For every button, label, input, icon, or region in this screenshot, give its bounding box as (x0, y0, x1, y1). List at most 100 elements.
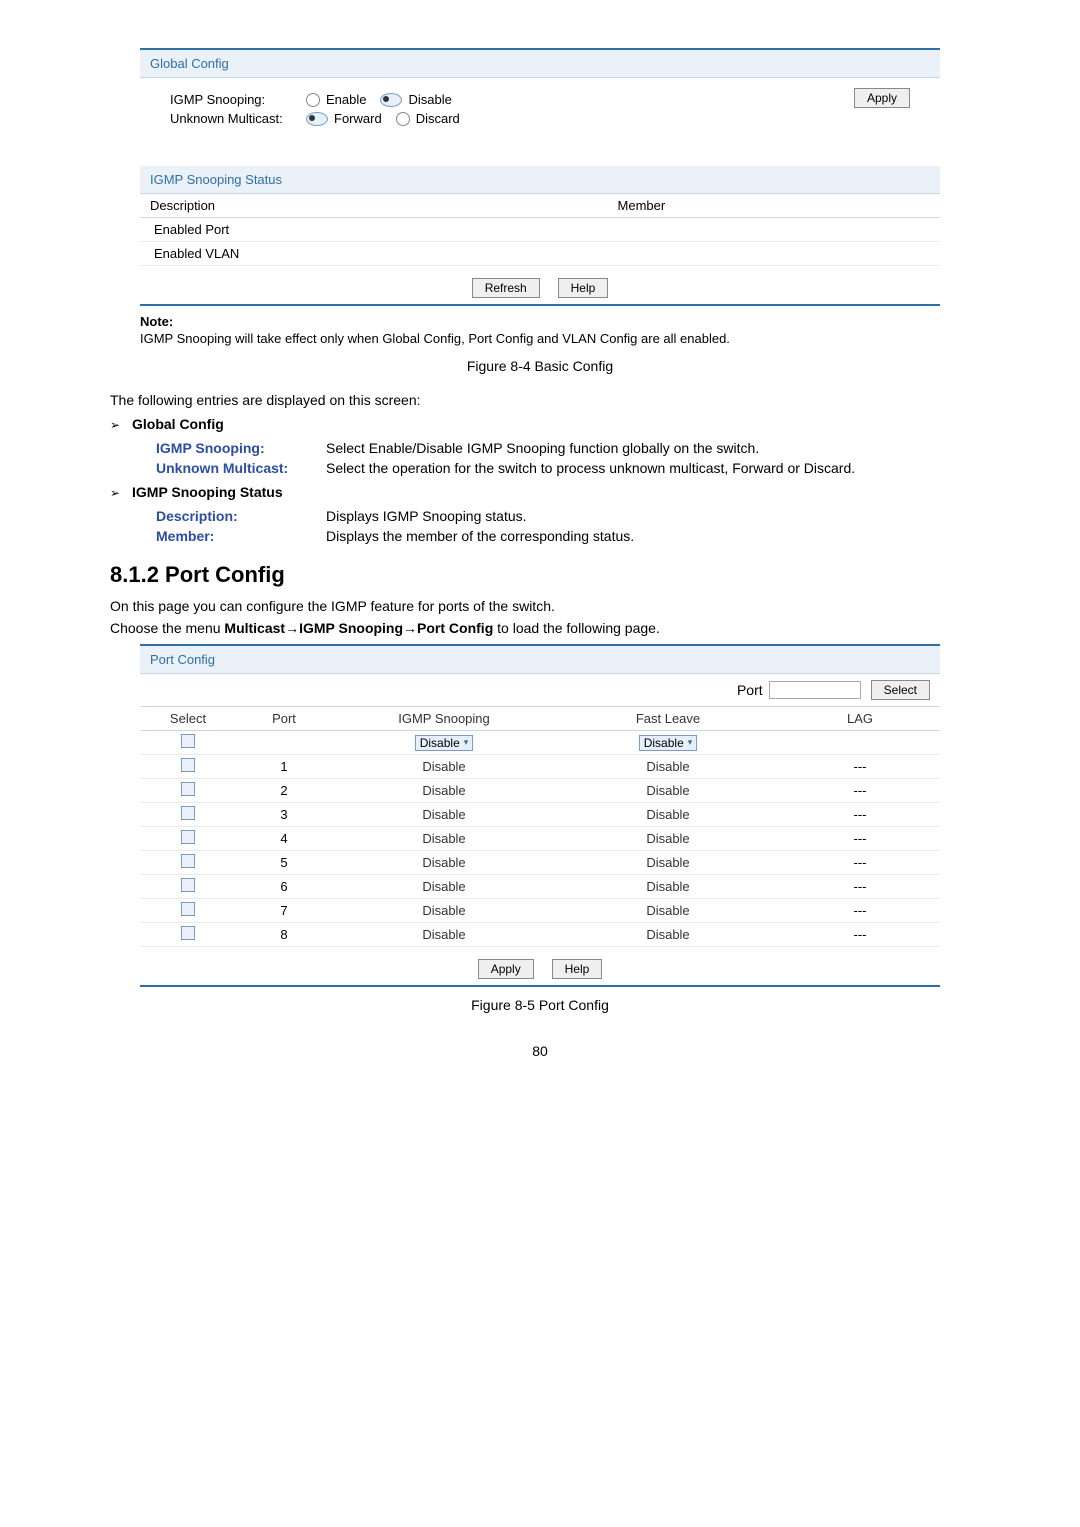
fast-select-value: Disable (644, 736, 684, 750)
figure-8-4-caption: Figure 8-4 Basic Config (110, 358, 970, 374)
desc-igmp-snooping: Select Enable/Disable IGMP Snooping func… (326, 440, 970, 456)
entries-intro: The following entries are displayed on t… (110, 392, 970, 408)
table-row: 5DisableDisable--- (140, 851, 940, 875)
apply-button[interactable]: Apply (478, 959, 534, 979)
chevron-down-icon: ▾ (464, 737, 469, 748)
note-label: Note: (140, 314, 940, 329)
member-header: Member (353, 198, 930, 213)
um-forward-text: Forward (334, 111, 382, 126)
igmp-snooping-select[interactable]: Disable ▾ (415, 735, 474, 751)
section-8-1-2: 8.1.2 Port Config (110, 562, 970, 588)
snooping-status-title: IGMP Snooping Status (140, 166, 940, 194)
table-row: 4DisableDisable--- (140, 827, 940, 851)
cell-lag: --- (780, 899, 940, 923)
cell-igmp: Disable (332, 923, 556, 947)
row-checkbox[interactable] (181, 926, 195, 940)
row-checkbox[interactable] (181, 782, 195, 796)
port-filter-label: Port (737, 682, 763, 698)
page-number: 80 (110, 1043, 970, 1059)
th-fast: Fast Leave (556, 707, 780, 731)
desc-member: Displays the member of the corresponding… (326, 528, 970, 544)
cell-port: 7 (236, 899, 332, 923)
port-config-intro: On this page you can configure the IGMP … (110, 598, 970, 614)
table-row: 1DisableDisable--- (140, 755, 940, 779)
desc-unknown-mcast: Select the operation for the switch to p… (326, 460, 970, 476)
menu-pre: Choose the menu (110, 620, 224, 636)
port-config-figure: Port Config Port Select Select Port IGMP… (140, 644, 940, 987)
cell-fast: Disable (556, 899, 780, 923)
table-row: 2DisableDisable--- (140, 779, 940, 803)
cell-fast: Disable (556, 779, 780, 803)
th-lag: LAG (780, 707, 940, 731)
desc-description: Displays IGMP Snooping status. (326, 508, 970, 524)
port-filter-input[interactable] (769, 681, 861, 699)
cell-igmp: Disable (332, 827, 556, 851)
global-config-title: Global Config (140, 50, 940, 78)
cell-lag: --- (780, 827, 940, 851)
bullet-global-config: Global Config (132, 416, 224, 432)
table-row: 3DisableDisable--- (140, 803, 940, 827)
cell-port: 5 (236, 851, 332, 875)
term-unknown-mcast: Unknown Multicast: (156, 460, 326, 476)
cell-fast: Disable (556, 875, 780, 899)
um-discard-radio[interactable] (396, 112, 410, 126)
bullet-snooping-status: IGMP Snooping Status (132, 484, 283, 500)
igmp-enable-text: Enable (326, 92, 366, 107)
table-row: 6DisableDisable--- (140, 875, 940, 899)
basic-config-figure: Global Config Apply IGMP Snooping: Enabl… (140, 48, 940, 306)
cell-fast: Disable (556, 851, 780, 875)
help-button[interactable]: Help (552, 959, 603, 979)
desc-header: Description (150, 198, 353, 213)
igmp-disable-text: Disable (408, 92, 451, 107)
cell-lag: --- (780, 803, 940, 827)
refresh-button[interactable]: Refresh (472, 278, 540, 298)
igmp-select-value: Disable (420, 736, 460, 750)
fast-leave-select[interactable]: Disable ▾ (639, 735, 698, 751)
um-forward-radio[interactable] (306, 112, 328, 126)
row-checkbox[interactable] (181, 830, 195, 844)
th-igmp: IGMP Snooping (332, 707, 556, 731)
select-button[interactable]: Select (871, 680, 930, 700)
bullet-icon: ➢ (110, 484, 132, 500)
term-description: Description: (156, 508, 326, 524)
cell-port: 3 (236, 803, 332, 827)
igmp-snooping-label: IGMP Snooping: (170, 92, 300, 107)
cell-port: 6 (236, 875, 332, 899)
cell-lag: --- (780, 779, 940, 803)
cell-igmp: Disable (332, 899, 556, 923)
table-row: 8DisableDisable--- (140, 923, 940, 947)
cell-port: 2 (236, 779, 332, 803)
menu-post: to load the following page. (493, 620, 660, 636)
cell-fast: Disable (556, 755, 780, 779)
row-checkbox[interactable] (181, 878, 195, 892)
row-checkbox[interactable] (181, 902, 195, 916)
cell-igmp: Disable (332, 851, 556, 875)
igmp-enable-radio[interactable] (306, 93, 320, 107)
cell-fast: Disable (556, 923, 780, 947)
cell-fast: Disable (556, 827, 780, 851)
cell-lag: --- (780, 851, 940, 875)
cell-lag: --- (780, 755, 940, 779)
enabled-port-row: Enabled Port (140, 218, 940, 242)
cell-fast: Disable (556, 803, 780, 827)
enabled-vlan-row: Enabled VLAN (140, 242, 940, 266)
th-port: Port (236, 707, 332, 731)
igmp-disable-radio[interactable] (380, 93, 402, 107)
figure-8-5-caption: Figure 8-5 Port Config (110, 997, 970, 1013)
unknown-mcast-label: Unknown Multicast: (170, 111, 300, 126)
row-checkbox[interactable] (181, 758, 195, 772)
term-member: Member: (156, 528, 326, 544)
menu-path-para: Choose the menu Multicast→IGMP Snooping→… (110, 620, 970, 636)
cell-igmp: Disable (332, 875, 556, 899)
cell-port: 8 (236, 923, 332, 947)
chevron-down-icon: ▾ (688, 737, 693, 748)
table-row: 7DisableDisable--- (140, 899, 940, 923)
cell-lag: --- (780, 923, 940, 947)
cell-igmp: Disable (332, 779, 556, 803)
row-checkbox[interactable] (181, 806, 195, 820)
select-all-checkbox[interactable] (181, 734, 195, 748)
apply-button[interactable]: Apply (854, 88, 910, 108)
row-checkbox[interactable] (181, 854, 195, 868)
help-button[interactable]: Help (558, 278, 609, 298)
cell-igmp: Disable (332, 755, 556, 779)
